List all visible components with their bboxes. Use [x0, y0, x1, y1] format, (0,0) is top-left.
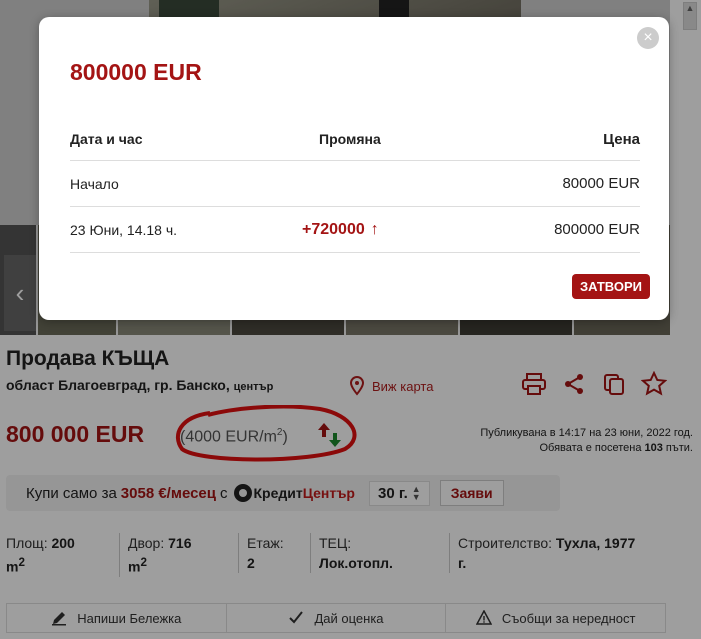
- close-icon[interactable]: ×: [637, 27, 659, 49]
- column-header-price: Цена: [603, 131, 640, 148]
- modal-title: 800000 EUR: [70, 59, 202, 85]
- table-row: Начало 80000 EUR: [70, 161, 640, 207]
- arrow-up-icon: ↑: [370, 220, 379, 238]
- price-change: +720000 ↑: [302, 220, 379, 238]
- table-header: Дата и час Промяна Цена: [70, 125, 640, 161]
- table-row: 23 Юни, 14.18 ч. +720000 ↑ 800000 EUR: [70, 207, 640, 253]
- column-header-change: Промяна: [319, 131, 381, 147]
- column-header-date: Дата и час: [70, 131, 143, 147]
- price-history-table: Дата и час Промяна Цена Начало 80000 EUR…: [70, 125, 640, 253]
- page: ‹ ▲ Продава КЪЩА област Благоевград, гр.…: [0, 0, 701, 639]
- close-button[interactable]: ЗАТВОРИ: [571, 274, 650, 299]
- price-history-modal: × 800000 EUR Дата и час Промяна Цена Нач…: [39, 17, 669, 320]
